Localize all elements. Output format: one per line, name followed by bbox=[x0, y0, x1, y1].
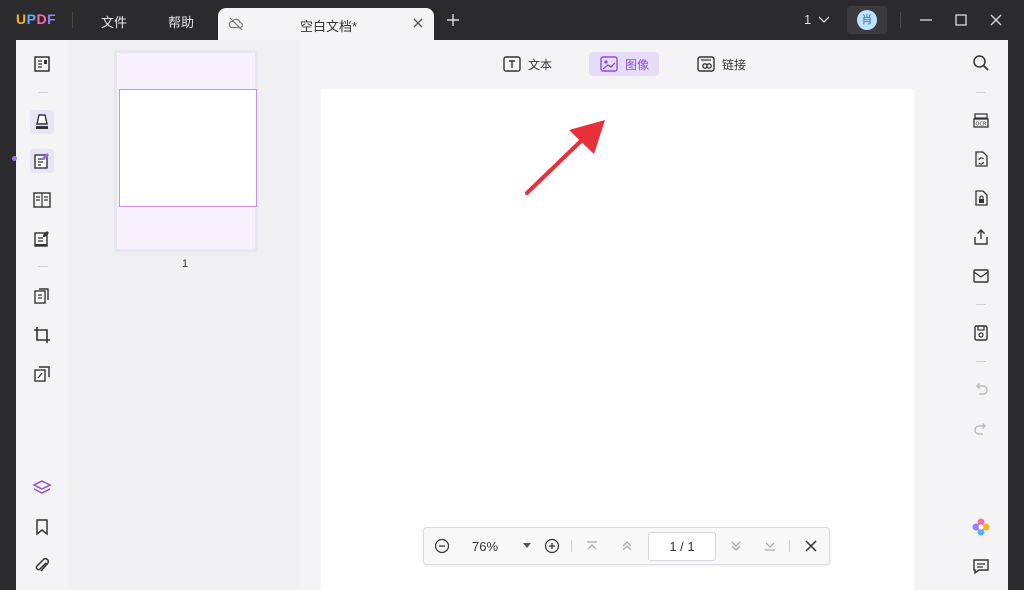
new-tab-icon[interactable] bbox=[446, 13, 460, 27]
account-button[interactable]: 肖 bbox=[847, 6, 887, 34]
page-thumbnail[interactable] bbox=[114, 50, 258, 252]
zoom-out-icon[interactable] bbox=[434, 538, 450, 554]
crop-button[interactable] bbox=[30, 323, 54, 347]
comment-mode-button[interactable] bbox=[30, 110, 54, 134]
pdf-page[interactable] bbox=[321, 89, 914, 590]
organize-pages-button[interactable] bbox=[30, 284, 54, 308]
save-icon[interactable] bbox=[971, 323, 991, 343]
undo-icon[interactable] bbox=[971, 379, 991, 399]
app-logo: UPDF bbox=[16, 11, 57, 27]
crop-icon bbox=[32, 325, 52, 345]
close-zoom-bar-icon[interactable] bbox=[803, 538, 819, 554]
email-icon[interactable] bbox=[971, 266, 991, 286]
edit-pdf-button[interactable] bbox=[30, 149, 54, 173]
zoom-separator bbox=[571, 540, 572, 552]
layers-button[interactable] bbox=[30, 476, 54, 500]
layers-icon bbox=[32, 478, 52, 498]
add-text-label: 文本 bbox=[528, 57, 553, 72]
rail-divider bbox=[976, 304, 986, 305]
fill-sign-button[interactable] bbox=[30, 227, 54, 251]
thumbnail-page bbox=[117, 53, 257, 249]
edit-pdf-icon bbox=[32, 151, 52, 171]
document-tab[interactable]: 空白文档* bbox=[218, 8, 434, 40]
window-border bbox=[1008, 40, 1024, 590]
reader-icon bbox=[32, 54, 52, 74]
next-page-icon[interactable] bbox=[728, 538, 744, 554]
protect-icon[interactable] bbox=[971, 188, 991, 208]
title-separator bbox=[900, 12, 901, 28]
attachment-icon bbox=[32, 556, 52, 576]
title-separator bbox=[72, 12, 73, 28]
organize-pages-icon bbox=[32, 286, 52, 306]
document-area: 文本 图像 链接 76% 1 / 1 bbox=[300, 40, 954, 590]
page-number-input[interactable]: 1 / 1 bbox=[648, 532, 716, 561]
right-toolbar: OCR bbox=[954, 40, 1008, 590]
rail-divider bbox=[976, 361, 986, 362]
tab-title: 空白文档* bbox=[300, 19, 358, 34]
rail-divider bbox=[38, 92, 48, 93]
ocr-icon[interactable]: OCR bbox=[971, 110, 991, 130]
menu-file[interactable]: 文件 bbox=[101, 12, 127, 31]
add-link-button[interactable]: 链接 bbox=[686, 52, 756, 76]
compare-icon bbox=[32, 364, 52, 384]
chevron-down-icon[interactable] bbox=[818, 14, 830, 24]
compare-button[interactable] bbox=[30, 362, 54, 386]
left-toolbar bbox=[12, 40, 68, 590]
previous-page-icon[interactable] bbox=[619, 538, 635, 554]
maximize-icon[interactable] bbox=[953, 12, 969, 28]
add-link-label: 链接 bbox=[722, 57, 747, 72]
highlighter-icon bbox=[32, 112, 52, 132]
comment-icon[interactable] bbox=[971, 556, 991, 576]
share-icon[interactable] bbox=[971, 227, 991, 247]
link-icon bbox=[696, 55, 716, 73]
add-image-button[interactable]: 图像 bbox=[589, 52, 660, 76]
zoom-toolbar: 76% 1 / 1 bbox=[423, 527, 830, 565]
search-icon[interactable] bbox=[971, 53, 991, 73]
fill-sign-icon bbox=[32, 229, 52, 249]
image-icon bbox=[599, 55, 619, 73]
add-text-button[interactable]: 文本 bbox=[492, 52, 562, 76]
form-button[interactable] bbox=[30, 188, 54, 212]
rail-divider bbox=[38, 266, 48, 267]
annotation-arrow-icon bbox=[525, 120, 605, 195]
zoom-in-icon[interactable] bbox=[544, 538, 560, 554]
bookmark-icon bbox=[32, 517, 52, 537]
ai-assistant-icon[interactable] bbox=[971, 517, 991, 537]
avatar: 肖 bbox=[857, 10, 877, 30]
title-bar: UPDF 文件 帮助 空白文档* 1 肖 bbox=[0, 0, 1024, 40]
thumbnail-viewport bbox=[119, 89, 257, 207]
bookmark-button[interactable] bbox=[30, 515, 54, 539]
first-page-icon[interactable] bbox=[584, 538, 600, 554]
redo-icon[interactable] bbox=[971, 419, 991, 439]
reader-mode-button[interactable] bbox=[30, 52, 54, 76]
window-count[interactable]: 1 bbox=[804, 12, 811, 27]
svg-text:OCR: OCR bbox=[976, 122, 987, 128]
text-box-icon bbox=[502, 55, 522, 73]
add-image-label: 图像 bbox=[625, 57, 650, 72]
thumbnail-page-number: 1 bbox=[182, 258, 189, 270]
last-page-icon[interactable] bbox=[762, 538, 778, 554]
minimize-icon[interactable] bbox=[918, 12, 934, 28]
convert-icon[interactable] bbox=[971, 149, 991, 169]
thumbnail-panel: 1 bbox=[68, 40, 300, 590]
form-icon bbox=[32, 190, 52, 210]
rail-divider bbox=[976, 92, 986, 93]
menu-help[interactable]: 帮助 bbox=[168, 12, 194, 31]
cloud-off-icon bbox=[228, 16, 244, 32]
active-indicator bbox=[12, 156, 17, 161]
zoom-separator bbox=[789, 540, 790, 552]
zoom-level[interactable]: 76% bbox=[472, 539, 498, 554]
zoom-dropdown-icon[interactable] bbox=[523, 543, 531, 549]
close-tab-icon[interactable] bbox=[412, 17, 424, 29]
attachment-button[interactable] bbox=[30, 554, 54, 578]
close-window-icon[interactable] bbox=[988, 12, 1004, 28]
